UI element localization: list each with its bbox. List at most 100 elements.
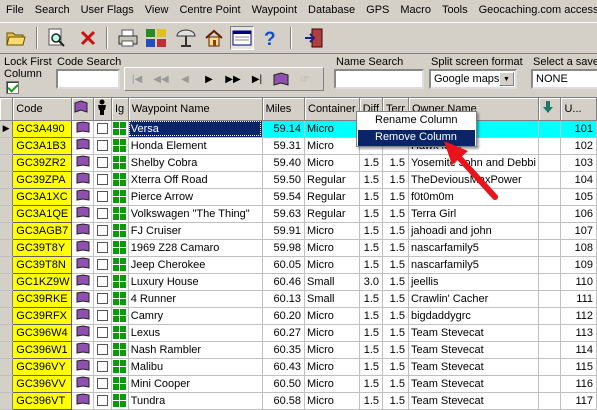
nav-last-button[interactable]: ▶| <box>245 69 269 89</box>
cell-ignore[interactable] <box>111 137 129 155</box>
cell-found[interactable] <box>71 375 95 393</box>
user-flag-checkbox[interactable] <box>97 259 109 271</box>
cell-ignore[interactable] <box>111 324 129 342</box>
menu-item-file[interactable]: File <box>0 4 29 16</box>
cell-user-flag[interactable] <box>93 222 112 240</box>
cell-container[interactable]: Micro <box>304 137 360 155</box>
cell-found[interactable] <box>71 239 95 257</box>
cell-sort[interactable] <box>538 358 562 376</box>
cell-miles[interactable]: 59.50 <box>262 171 306 189</box>
cell-found[interactable] <box>71 256 95 274</box>
cell-owner-name[interactable]: nascarfamily5 <box>408 256 539 274</box>
help-button[interactable]: ? <box>258 26 282 50</box>
menu-item-search[interactable]: Search <box>29 4 75 16</box>
cell-found[interactable] <box>71 222 95 240</box>
cell-sort[interactable] <box>538 137 562 155</box>
cell-difficulty[interactable]: 1.5 <box>359 375 384 393</box>
cell-sort[interactable] <box>538 324 562 342</box>
cell-miles[interactable]: 60.20 <box>262 307 306 325</box>
cell-difficulty[interactable]: 1.5 <box>359 324 384 342</box>
cell-found[interactable] <box>71 188 95 206</box>
user-flag-checkbox[interactable] <box>97 378 109 390</box>
cell-miles[interactable]: 60.35 <box>262 341 306 359</box>
cell-sort[interactable] <box>538 341 562 359</box>
cell-miles[interactable]: 59.31 <box>262 137 306 155</box>
cell-miles[interactable]: 59.91 <box>262 222 306 240</box>
cell-code[interactable]: GC396W1 <box>12 340 73 359</box>
cell-difficulty[interactable]: 1.5 <box>359 358 384 376</box>
cell-owner-name[interactable]: Yosemite John and Debbi <box>408 154 539 172</box>
cell-terrain[interactable]: 1.5 <box>382 188 409 206</box>
rename-column-menu-item[interactable]: Rename Column <box>358 113 475 129</box>
row-indicator[interactable] <box>0 154 14 172</box>
menu-item-view[interactable]: View <box>139 4 174 16</box>
sort-arrow-header[interactable] <box>538 98 562 121</box>
cell-code[interactable]: GC39T8Y <box>12 238 73 257</box>
chevron-down-icon[interactable]: ▼ <box>499 72 514 86</box>
cell-user-sort[interactable]: 112 <box>560 307 597 325</box>
column-header-found[interactable] <box>71 98 95 121</box>
cell-ignore[interactable] <box>111 375 129 393</box>
column-header-ignore[interactable]: Ig <box>111 98 129 121</box>
open-folder-button[interactable] <box>4 26 28 50</box>
column-header-miles[interactable]: Miles <box>262 98 306 121</box>
cell-ignore[interactable] <box>111 154 129 172</box>
row-indicator[interactable] <box>0 290 14 308</box>
cell-miles[interactable]: 60.43 <box>262 358 306 376</box>
cell-code[interactable]: GC1KZ9W <box>12 272 73 291</box>
row-indicator[interactable] <box>0 137 14 155</box>
cell-waypoint-name[interactable]: Luxury House <box>128 273 263 291</box>
table-row[interactable]: GC39T8N Jeep Cherokee 60.05 Micro 1.5 1.5 nasc… <box>0 255 597 274</box>
cell-code[interactable]: GC39ZPA <box>12 170 73 189</box>
table-row[interactable]: GC39ZPA Xterra Off Road 59.50 Regular 1.5 1.5… <box>0 170 597 189</box>
cell-owner-name[interactable]: Team Stevecat <box>408 358 539 376</box>
cell-ignore[interactable] <box>111 205 129 223</box>
cell-user-flag[interactable] <box>93 273 112 291</box>
cell-difficulty[interactable]: 1.5 <box>359 341 384 359</box>
menu-item-user-flags[interactable]: User Flags <box>75 4 139 16</box>
search-preview-button[interactable] <box>44 26 68 50</box>
nav-prev-page-button[interactable]: ◀◀ <box>149 69 173 89</box>
cell-sort[interactable] <box>538 205 562 223</box>
row-indicator[interactable] <box>0 256 14 274</box>
row-indicator[interactable] <box>0 392 14 410</box>
cell-owner-name[interactable]: bigdaddygrc <box>408 307 539 325</box>
row-indicator[interactable] <box>0 375 14 393</box>
cell-found[interactable] <box>71 205 95 223</box>
user-flag-checkbox[interactable] <box>97 310 109 322</box>
cell-owner-name[interactable]: nascarfamily5 <box>408 239 539 257</box>
user-flag-checkbox[interactable] <box>97 174 109 186</box>
column-header-user-sort[interactable]: U... <box>560 98 597 121</box>
cell-ignore[interactable] <box>111 341 129 359</box>
row-indicator[interactable] <box>0 239 14 257</box>
user-flag-checkbox[interactable] <box>97 395 109 407</box>
nav-next-button[interactable]: ▶ <box>197 69 221 89</box>
menu-item-database[interactable]: Database <box>302 4 360 16</box>
saved-filter-select[interactable]: NONE <box>531 69 597 89</box>
cell-sort[interactable] <box>538 256 562 274</box>
table-row[interactable]: GC396W1 Nash Rambler 60.35 Micro 1.5 1.5 Team … <box>0 340 597 359</box>
remove-column-menu-item[interactable]: Remove Column <box>358 130 475 146</box>
row-indicator[interactable] <box>0 341 14 359</box>
cell-found[interactable] <box>71 341 95 359</box>
cell-container[interactable]: Micro <box>304 222 360 240</box>
cell-found[interactable] <box>71 273 95 291</box>
cell-sort[interactable] <box>538 239 562 257</box>
cell-miles[interactable]: 60.50 <box>262 375 306 393</box>
cell-code[interactable]: GC396W4 <box>12 323 73 342</box>
cell-user-sort[interactable]: 108 <box>560 239 597 257</box>
cell-miles[interactable]: 59.54 <box>262 188 306 206</box>
cell-code[interactable]: GC3AGB7 <box>12 221 73 240</box>
nav-prev-button[interactable]: ◀ <box>173 69 197 89</box>
cell-user-flag[interactable] <box>93 205 112 223</box>
cell-owner-name[interactable]: Team Stevecat <box>408 324 539 342</box>
cell-waypoint-name[interactable]: 4 Runner <box>128 290 263 308</box>
cell-found[interactable] <box>71 154 95 172</box>
cell-container[interactable]: Micro <box>304 256 360 274</box>
cell-ignore[interactable] <box>111 120 129 138</box>
cell-difficulty[interactable]: 1.5 <box>359 205 384 223</box>
cell-difficulty[interactable]: 1.5 <box>359 256 384 274</box>
cell-user-flag[interactable] <box>93 256 112 274</box>
cell-container[interactable]: Regular <box>304 205 360 223</box>
split-screen-button[interactable] <box>230 26 254 50</box>
